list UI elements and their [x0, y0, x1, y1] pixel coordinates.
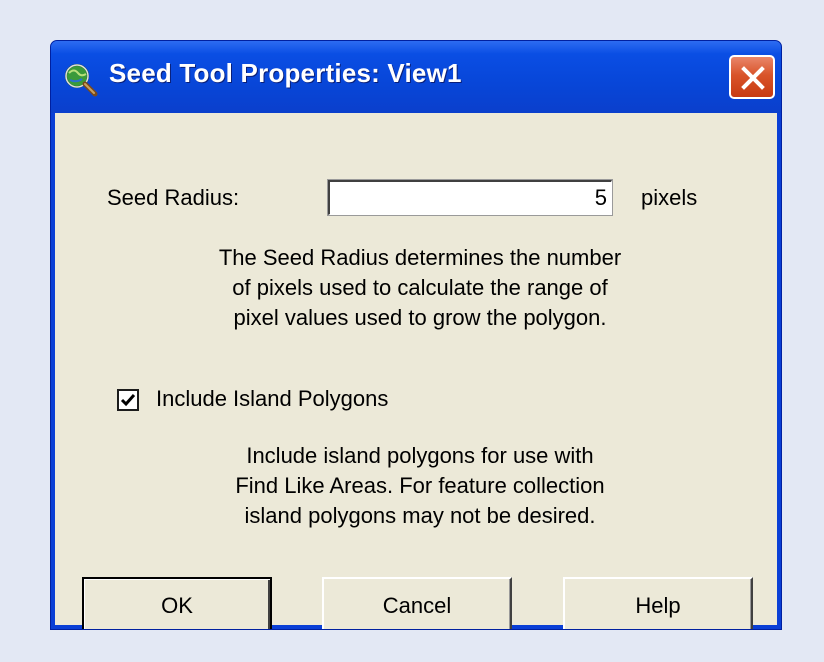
- checkmark-icon: [120, 394, 136, 407]
- seed-radius-label: Seed Radius:: [107, 185, 240, 210]
- dialog-body: Seed Radius: pixels The Seed Radius dete…: [55, 113, 777, 629]
- include-island-polygons-label[interactable]: Include Island Polygons: [156, 386, 388, 412]
- close-button[interactable]: [729, 55, 775, 99]
- seed-radius-input[interactable]: [328, 180, 612, 215]
- include-island-polygons-checkbox[interactable]: [117, 389, 139, 411]
- seed-tool-properties-dialog: Seed Tool Properties: View1 Seed Radius:…: [50, 40, 782, 630]
- magnifier-globe-icon: [61, 61, 101, 99]
- title-bar[interactable]: Seed Tool Properties: View1: [51, 41, 781, 113]
- window-title: Seed Tool Properties: View1: [109, 58, 462, 88]
- help-button[interactable]: Help: [563, 577, 753, 629]
- close-icon: [741, 66, 765, 90]
- cancel-button[interactable]: Cancel: [322, 577, 512, 629]
- seed-radius-description: The Seed Radius determines the number of…: [218, 245, 622, 330]
- seed-radius-unit: pixels: [641, 185, 698, 210]
- island-polygons-description: Include island polygons for use with Fin…: [235, 443, 605, 528]
- ok-button[interactable]: OK: [82, 577, 272, 629]
